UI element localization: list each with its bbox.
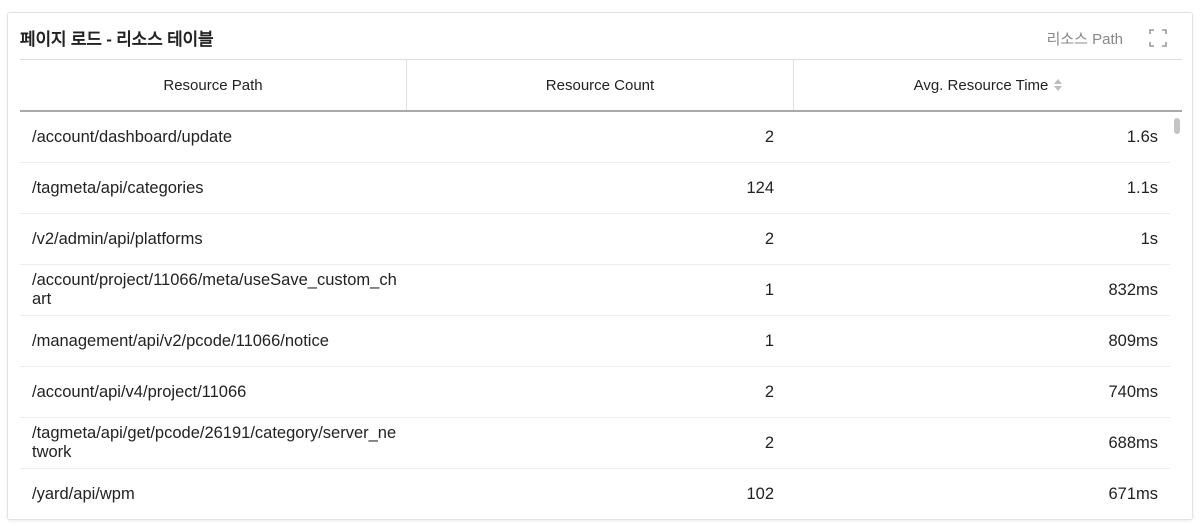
sort-icon[interactable] [1054, 79, 1063, 91]
cell-resource-path: /account/dashboard/update [32, 127, 232, 146]
cell-avg-resource-time: 1.1s [1126, 178, 1158, 197]
cell-resource-count: 2 [764, 382, 774, 401]
resource-table: Resource Path Resource Count Avg. Resour… [20, 59, 1182, 520]
cell-resource-count: 124 [746, 178, 774, 197]
table-row[interactable]: /account/api/v4/project/11066 2 740ms [20, 367, 1170, 418]
cell-avg-resource-time: 688ms [1108, 433, 1158, 452]
cell-resource-path: /tagmeta/api/get/pcode/26191/category/se… [32, 424, 397, 461]
expand-icon[interactable] [1148, 28, 1168, 48]
cell-avg-resource-time: 832ms [1108, 280, 1158, 299]
table-body[interactable]: /account/dashboard/update 2 1.6s/tagmeta/a… [20, 112, 1170, 507]
table-row[interactable]: /tagmeta/api/get/pcode/26191/category/se… [20, 418, 1170, 469]
cell-avg-resource-time: 1s [1140, 229, 1158, 248]
table-row[interactable]: /v2/admin/api/platforms 2 1s [20, 214, 1170, 265]
scroll-thumb[interactable] [1174, 118, 1180, 134]
card-header: 페이지 로드 - 리소스 테이블 리소스 Path [8, 13, 1192, 59]
column-header-resource-count[interactable]: Resource Count [407, 60, 794, 110]
table-bottom-divider [20, 519, 1182, 520]
resource-path-link[interactable]: 리소스 Path [1047, 28, 1123, 49]
cell-resource-path: /management/api/v2/pcode/11066/notice [32, 331, 329, 350]
cell-avg-resource-time: 809ms [1108, 331, 1158, 350]
cell-avg-resource-time: 1.6s [1126, 127, 1158, 146]
cell-resource-count: 102 [746, 484, 774, 503]
column-header-resource-path[interactable]: Resource Path [20, 60, 407, 110]
table-row[interactable]: /account/dashboard/update 2 1.6s [20, 112, 1170, 163]
vertical-scrollbar[interactable] [1172, 114, 1182, 504]
cell-resource-count: 2 [764, 229, 774, 248]
cell-resource-path: /tagmeta/api/categories [32, 178, 204, 197]
cell-avg-resource-time: 740ms [1108, 382, 1158, 401]
table-row[interactable]: /yard/api/wpm 102 671ms [20, 469, 1170, 507]
cell-avg-resource-time: 671ms [1108, 484, 1158, 503]
cell-resource-count: 2 [764, 127, 774, 146]
cell-resource-count: 1 [764, 331, 774, 350]
card-title: 페이지 로드 - 리소스 테이블 [20, 30, 214, 49]
table-row[interactable]: /account/project/11066/meta/useSave_cust… [20, 265, 1170, 316]
cell-resource-path: /v2/admin/api/platforms [32, 229, 203, 248]
resource-table-card: 페이지 로드 - 리소스 테이블 리소스 Path Resource Path … [7, 12, 1193, 520]
cell-resource-path: /yard/api/wpm [32, 484, 135, 503]
cell-resource-path: /account/project/11066/meta/useSave_cust… [32, 271, 397, 308]
cell-resource-count: 1 [764, 280, 774, 299]
cell-resource-path: /account/api/v4/project/11066 [32, 382, 247, 401]
column-header-avg-resource-time[interactable]: Avg. Resource Time [794, 60, 1182, 110]
table-header: Resource Path Resource Count Avg. Resour… [20, 59, 1182, 112]
table-row[interactable]: /tagmeta/api/categories 124 1.1s [20, 163, 1170, 214]
table-row[interactable]: /management/api/v2/pcode/11066/notice 1 80… [20, 316, 1170, 367]
cell-resource-count: 2 [764, 433, 774, 452]
